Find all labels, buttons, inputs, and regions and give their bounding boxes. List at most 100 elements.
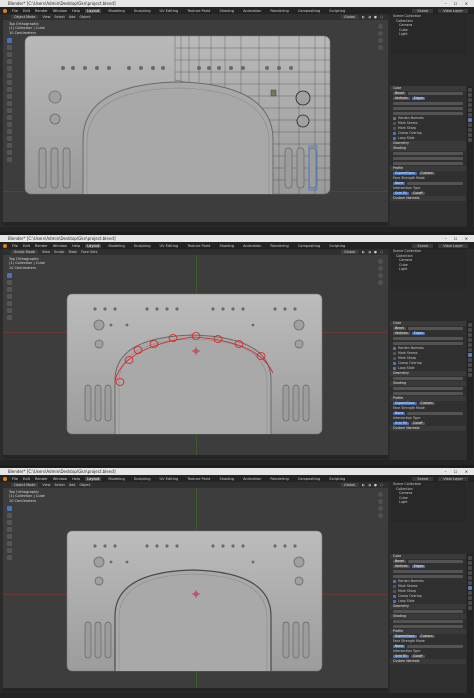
- tab-animation[interactable]: Animation: [241, 477, 263, 481]
- transform-orientation[interactable]: Global: [341, 15, 358, 19]
- tab-layout[interactable]: Layout: [85, 476, 102, 481]
- shading-section[interactable]: Shading: [393, 614, 406, 619]
- render-tab-icon[interactable]: [468, 561, 472, 565]
- tab-shading[interactable]: Shading: [217, 9, 236, 13]
- object-tab-icon[interactable]: [468, 581, 472, 585]
- menu-view[interactable]: View: [42, 483, 50, 487]
- window-controls[interactable]: – ☐ ✕: [445, 0, 471, 7]
- tab-layout[interactable]: Layout: [85, 8, 102, 13]
- tab-uv-editing[interactable]: UV Editing: [158, 477, 181, 481]
- menu-render[interactable]: Render: [35, 477, 48, 481]
- grid-fill-button[interactable]: Grid Fill: [393, 654, 409, 659]
- tab-sculpting[interactable]: Sculpting: [132, 9, 153, 13]
- output-tab-icon[interactable]: [468, 566, 472, 570]
- world-tab-icon[interactable]: [468, 576, 472, 580]
- scene-selector[interactable]: Scene: [412, 8, 434, 13]
- world-tab-icon[interactable]: [468, 343, 472, 347]
- menu-select[interactable]: Select: [54, 15, 64, 19]
- tool-tab-icon[interactable]: [468, 88, 472, 92]
- material-tab-icon[interactable]: [468, 138, 472, 142]
- custom-button[interactable]: Custom: [418, 171, 435, 176]
- modifier-tab-icon[interactable]: [468, 586, 472, 590]
- modifier-name[interactable]: Bevel: [393, 91, 406, 96]
- menu-view[interactable]: View: [42, 250, 50, 254]
- particles-tab-icon[interactable]: [468, 591, 472, 595]
- blender-logo-icon[interactable]: [3, 8, 7, 13]
- menu-help[interactable]: Help: [72, 9, 80, 13]
- menu-render[interactable]: Render: [35, 244, 48, 248]
- world-tab-icon[interactable]: [468, 108, 472, 112]
- physics-tab-icon[interactable]: [468, 596, 472, 600]
- custom-normals-section[interactable]: Custom Normals: [393, 196, 419, 201]
- tab-uv-editing[interactable]: UV Editing: [158, 9, 181, 13]
- width-type-field[interactable]: [393, 101, 463, 106]
- tab-uv-editing[interactable]: UV Editing: [158, 244, 181, 248]
- custom-normals-section[interactable]: Custom Normals: [393, 659, 419, 664]
- mode-selector[interactable]: Sculpt Mode: [11, 250, 38, 254]
- scene-icon[interactable]: [468, 103, 472, 107]
- window-controls[interactable]: – ☐ ✕: [445, 468, 471, 475]
- shading-section[interactable]: Shading: [393, 146, 406, 151]
- menu-view[interactable]: View: [42, 15, 50, 19]
- outliner-item-light[interactable]: Light: [390, 267, 466, 272]
- particles-tab-icon[interactable]: [468, 123, 472, 127]
- none-button[interactable]: None: [393, 644, 406, 649]
- none-button[interactable]: None: [393, 181, 406, 186]
- object-tab-icon[interactable]: [468, 113, 472, 117]
- tab-scripting[interactable]: Scripting: [327, 244, 347, 248]
- view-layer-selector[interactable]: View Layer: [438, 476, 468, 481]
- 3d-viewport[interactable]: Top Orthographic (1) Collection | Cube 1…: [3, 20, 388, 222]
- menu-select[interactable]: Select: [54, 483, 64, 487]
- scene-icon[interactable]: [468, 338, 472, 342]
- menu-render[interactable]: Render: [35, 9, 48, 13]
- tab-rendering[interactable]: Rendering: [268, 244, 290, 248]
- outliner-item-light[interactable]: Light: [390, 500, 466, 505]
- tab-scripting[interactable]: Scripting: [327, 477, 347, 481]
- shading-buttons[interactable]: ◐ ◑ ● ○: [362, 15, 388, 19]
- render-tab-icon[interactable]: [468, 328, 472, 332]
- menu-help[interactable]: Help: [72, 244, 80, 248]
- tab-modeling[interactable]: Modeling: [106, 477, 126, 481]
- transform-orientation[interactable]: Global: [341, 250, 358, 254]
- menu-window[interactable]: Window: [53, 9, 67, 13]
- output-tab-icon[interactable]: [468, 98, 472, 102]
- menu-face-sets[interactable]: Face Sets: [81, 250, 97, 254]
- tab-compositing[interactable]: Compositing: [296, 9, 323, 13]
- vertices-button[interactable]: Vertices: [393, 96, 410, 101]
- material-tab-icon[interactable]: [468, 373, 472, 377]
- menu-help[interactable]: Help: [72, 477, 80, 481]
- material-tab-icon[interactable]: [468, 606, 472, 610]
- window-controls[interactable]: – ☐ ✕: [445, 235, 471, 242]
- menu-file[interactable]: File: [12, 477, 18, 481]
- outliner-item-light[interactable]: Light: [390, 32, 466, 37]
- view-layer-selector[interactable]: View Layer: [438, 243, 468, 248]
- geometry-section[interactable]: Geometry: [393, 604, 409, 609]
- scene-selector[interactable]: Scene: [412, 476, 434, 481]
- amount-field[interactable]: [393, 106, 463, 111]
- menu-edit[interactable]: Edit: [23, 9, 30, 13]
- 3d-viewport[interactable]: Top Orthographic (1) Collection | Cube 1…: [3, 255, 388, 455]
- mode-selector[interactable]: Object Mode: [11, 483, 39, 487]
- output-tab-icon[interactable]: [468, 333, 472, 337]
- menu-window[interactable]: Window: [53, 477, 67, 481]
- particles-tab-icon[interactable]: [468, 358, 472, 362]
- shading-section[interactable]: Shading: [393, 381, 406, 386]
- superellipse-button[interactable]: Superellipse: [393, 171, 417, 176]
- 3d-viewport[interactable]: Top Orthographic (1) Collection | Cube 1…: [3, 488, 388, 688]
- data-tab-icon[interactable]: [468, 133, 472, 137]
- custom-button[interactable]: Custom: [418, 401, 435, 406]
- mode-selector[interactable]: Object Mode: [11, 15, 39, 19]
- physics-tab-icon[interactable]: [468, 363, 472, 367]
- tab-animation[interactable]: Animation: [241, 9, 263, 13]
- menu-file[interactable]: File: [12, 9, 18, 13]
- tab-shading[interactable]: Shading: [217, 477, 236, 481]
- menu-add[interactable]: Add: [69, 15, 76, 19]
- menu-mask[interactable]: Mask: [69, 250, 78, 254]
- tab-layout[interactable]: Layout: [85, 243, 102, 248]
- data-tab-icon[interactable]: [468, 601, 472, 605]
- menu-window[interactable]: Window: [53, 244, 67, 248]
- tab-texture-paint[interactable]: Texture Paint: [185, 9, 212, 13]
- data-tab-icon[interactable]: [468, 368, 472, 372]
- custom-button[interactable]: Custom: [418, 634, 435, 639]
- menu-object[interactable]: Object: [79, 15, 90, 19]
